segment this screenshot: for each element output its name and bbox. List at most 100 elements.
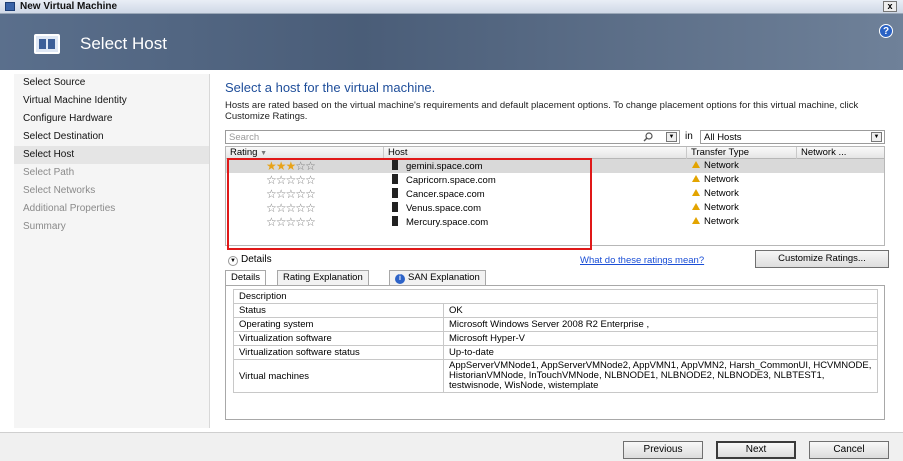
table-row: Virtualization software status Up-to-dat… (233, 345, 878, 360)
star-empty-icon: ☆ (275, 187, 287, 201)
rating-stars: ☆☆☆☆☆ (266, 215, 316, 229)
server-icon (392, 188, 398, 198)
host-row[interactable]: ☆☆☆☆☆ Cancer.space.com Network (226, 187, 884, 201)
transfer-type-cell: Network (692, 188, 739, 200)
host-name-cell: gemini.space.com (392, 160, 483, 172)
rating-stars: ★★★☆☆ (266, 159, 316, 173)
warning-icon (692, 203, 700, 210)
host-name-cell: Capricorn.space.com (392, 174, 496, 186)
server-icon (392, 202, 398, 212)
details-table: Description Status OK Operating system M… (233, 289, 878, 393)
rating-stars: ☆☆☆☆☆ (266, 201, 316, 215)
details-section-title: Description (233, 289, 878, 304)
host-name-cell: Cancer.space.com (392, 188, 485, 200)
grid-body: ★★★☆☆ gemini.space.com Network ☆☆☆☆☆ Caprico… (226, 159, 884, 229)
nav-item-select-host[interactable]: Select Host (14, 146, 209, 164)
cancel-button[interactable]: Cancel (809, 441, 889, 459)
rating-stars: ☆☆☆☆☆ (266, 187, 316, 201)
page-title: Select Host (80, 34, 167, 53)
server-icon (392, 174, 398, 184)
chevron-down-icon[interactable]: ▼ (871, 132, 882, 142)
star-empty-icon: ☆ (305, 159, 316, 173)
server-icon (392, 160, 398, 170)
host-name: Capricorn.space.com (406, 175, 496, 186)
star-empty-icon: ☆ (295, 201, 306, 215)
star-filled-icon: ★ (266, 159, 277, 173)
host-row[interactable]: ☆☆☆☆☆ Capricorn.space.com Network (226, 173, 884, 187)
star-empty-icon: ☆ (295, 215, 306, 229)
host-name: Mercury.space.com (406, 217, 489, 228)
tab-details[interactable]: Details (225, 270, 267, 286)
nav-item-additional-properties: Additional Properties (23, 203, 116, 214)
host-row[interactable]: ★★★☆☆ gemini.space.com Network (226, 159, 884, 173)
star-empty-icon: ☆ (285, 187, 297, 201)
host-row[interactable]: ☆☆☆☆☆ Venus.space.com Network (226, 201, 884, 215)
star-empty-icon: ☆ (285, 173, 297, 187)
transfer-type: Network (704, 216, 739, 227)
wizard-nav: Select Source Virtual Machine Identity C… (14, 74, 210, 428)
detail-value: Microsoft Windows Server 2008 R2 Enterpr… (443, 317, 878, 332)
column-header-network[interactable]: Network ... (797, 147, 884, 159)
transfer-type-cell: Network (692, 160, 739, 172)
search-scope-label: in (685, 131, 693, 142)
help-icon[interactable]: ? (879, 24, 893, 38)
star-empty-icon: ☆ (305, 187, 316, 201)
column-header-host[interactable]: Host (384, 147, 687, 159)
detail-value: OK (443, 303, 878, 318)
host-row[interactable]: ☆☆☆☆☆ Mercury.space.com Network (226, 215, 884, 229)
star-empty-icon: ☆ (266, 173, 277, 187)
nav-item-configure-hardware[interactable]: Configure Hardware (14, 110, 209, 128)
detail-key: Virtualization software (233, 331, 444, 346)
ratings-help-link[interactable]: What do these ratings mean? (580, 255, 704, 266)
sort-arrow-icon: ▼ (260, 150, 268, 157)
search-placeholder: Search (229, 132, 260, 143)
nav-item-select-source[interactable]: Select Source (14, 74, 209, 92)
table-row: Virtualization software Microsoft Hyper-… (233, 331, 878, 346)
column-header-transfer-type[interactable]: Transfer Type (687, 147, 797, 159)
detail-key: Status (233, 303, 444, 318)
transfer-type: Network (704, 160, 739, 171)
wizard-header: Select Host ? (0, 14, 903, 70)
table-row: Virtual machines AppServerVMNode1, AppSe… (233, 359, 878, 393)
star-empty-icon: ☆ (275, 215, 287, 229)
details-bar: ▼ Details What do these ratings mean? Cus… (225, 250, 889, 268)
rating-stars: ☆☆☆☆☆ (266, 173, 316, 187)
search-scope-select[interactable]: All Hosts ▼ (700, 130, 885, 144)
app-icon (5, 2, 15, 11)
close-button[interactable]: x (883, 1, 897, 12)
details-toggle[interactable]: ▼ Details (228, 254, 272, 266)
transfer-type: Network (704, 202, 739, 213)
tab-rating-explanation[interactable]: Rating Explanation (277, 270, 369, 285)
star-empty-icon: ☆ (295, 187, 306, 201)
wizard-footer: Previous Next Cancel (0, 432, 903, 461)
previous-button[interactable]: Previous (623, 441, 703, 459)
star-empty-icon: ☆ (275, 201, 287, 215)
nav-item-select-destination[interactable]: Select Destination (14, 128, 209, 146)
detail-key: Operating system (233, 317, 444, 332)
collapse-icon: ▼ (228, 256, 238, 266)
nav-item-virtual-machine-identity[interactable]: Virtual Machine Identity (14, 92, 209, 110)
column-header-rating[interactable]: Rating ▼ (226, 147, 384, 159)
star-empty-icon: ☆ (266, 201, 277, 215)
transfer-type: Network (704, 188, 739, 199)
host-name-cell: Venus.space.com (392, 202, 481, 214)
star-empty-icon: ☆ (285, 201, 297, 215)
warning-icon (692, 189, 700, 196)
next-button[interactable]: Next (716, 441, 796, 459)
star-empty-icon: ☆ (266, 215, 277, 229)
chevron-down-icon[interactable]: ▼ (666, 132, 677, 142)
search-icon[interactable] (643, 132, 653, 142)
star-empty-icon: ☆ (295, 159, 306, 173)
detail-key: Virtualization software status (233, 345, 444, 360)
detail-value: AppServerVMNode1, AppServerVMNode2, AppV… (443, 359, 878, 393)
details-panel: Description Status OK Operating system M… (225, 285, 885, 420)
host-name: Venus.space.com (406, 203, 481, 214)
transfer-type-cell: Network (692, 174, 739, 186)
star-empty-icon: ☆ (266, 187, 277, 201)
customize-ratings-button[interactable]: Customize Ratings... (755, 250, 889, 268)
search-input[interactable]: Search ▼ (225, 130, 680, 144)
tab-san-explanation[interactable]: i SAN Explanation (389, 270, 486, 285)
nav-item-select-networks: Select Networks (23, 185, 96, 196)
star-empty-icon: ☆ (305, 215, 316, 229)
section-description: Hosts are rated based on the virtual mac… (225, 100, 859, 122)
